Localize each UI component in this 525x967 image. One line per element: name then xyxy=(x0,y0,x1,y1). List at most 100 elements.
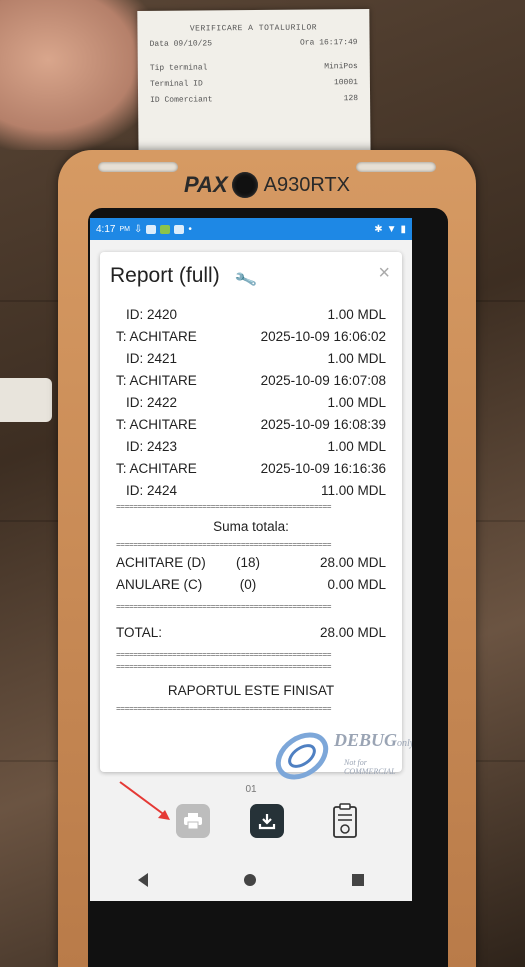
entry-label: ID: 2423 xyxy=(126,439,178,454)
model-name: A930RTX xyxy=(263,173,350,196)
sum-label: ACHITARE (D) xyxy=(116,555,206,570)
nav-back-icon[interactable] xyxy=(138,872,148,887)
separator: ========================================… xyxy=(116,651,332,660)
report-entry: T: ACHITARE 2025-10-09 16:08:39 xyxy=(116,414,386,436)
printer-icon xyxy=(184,813,202,830)
receipt-line-label: Data 09/10/25 xyxy=(149,39,213,49)
receipt-line-value: 10001 xyxy=(333,78,358,88)
receipt-line-label: Terminal ID xyxy=(149,79,203,89)
report-entry: ID: 2424 11.00 MDL xyxy=(116,480,386,502)
camera-icon xyxy=(231,172,258,198)
report-body: ID: 2420 1.00 MDL T: ACHITARE 2025-10-09 1… xyxy=(116,304,386,716)
status-right: ✱ ▼ ▮ xyxy=(374,224,406,235)
sum-row: ACHITARE (D) (18) 28.00 MDL xyxy=(116,552,386,574)
device-header: PAX A930RTX xyxy=(58,168,476,202)
battery-icon: ▮ xyxy=(400,223,406,235)
download-icon xyxy=(258,814,276,830)
status-left: 4:17 PM ⇩ • xyxy=(96,224,192,235)
nav-recent-icon[interactable] xyxy=(352,873,364,886)
separator: ========================================… xyxy=(116,705,332,714)
separator: ========================================… xyxy=(116,663,332,672)
receipt-button[interactable] xyxy=(328,803,362,838)
report-entry: T: ACHITARE 2025-10-09 16:06:02 xyxy=(116,326,386,348)
entry-label: ID: 2421 xyxy=(126,351,178,366)
total-row: TOTAL: 28.00 MDL xyxy=(116,622,386,644)
finger xyxy=(0,0,160,150)
debug-watermark: DEBUGonly Not for COMMERCIAL xyxy=(272,726,412,786)
receipt-icon xyxy=(333,803,357,838)
receipt-line: ID Comerciant 128 xyxy=(150,94,358,105)
report-entry: ID: 2423 1.00 MDL xyxy=(116,436,386,458)
close-button[interactable]: × xyxy=(378,262,390,285)
entry-value: 1.00 MDL xyxy=(327,439,386,454)
bank-status-icon xyxy=(174,224,185,234)
status-bar: 4:17 PM ⇩ • ✱ ▼ ▮ xyxy=(90,218,412,240)
print-button[interactable] xyxy=(176,804,210,838)
entry-label: ID: 2420 xyxy=(126,307,178,322)
sum-amount: 28.00 MDL xyxy=(319,555,386,570)
download-status-icon: ⇩ xyxy=(133,223,143,235)
receipt-line: Terminal ID 10001 xyxy=(150,78,358,89)
total-amount: 28.00 MDL xyxy=(319,625,386,640)
entry-label: T: ACHITARE xyxy=(116,461,197,476)
separator: ========================================… xyxy=(116,541,332,550)
receipt-line-label: ID Comerciant xyxy=(150,95,213,105)
sum-count: (18) xyxy=(235,555,260,570)
brand-logo: PAX xyxy=(184,172,228,197)
nav-home-icon[interactable] xyxy=(244,873,256,886)
image-status-icon xyxy=(160,224,171,234)
receipt-line: Data 09/10/25 Ora 16:17:49 xyxy=(150,38,358,49)
entry-value: 2025-10-09 16:08:39 xyxy=(260,417,386,432)
receipt-line-value: MiniPos xyxy=(324,62,358,72)
sum-heading: Suma totala: xyxy=(213,519,289,534)
watermark-suffix: only xyxy=(397,738,412,749)
report-entry: ID: 2422 1.00 MDL xyxy=(116,392,386,414)
watermark-subtext: Not for COMMERCIAL xyxy=(344,758,396,776)
sum-label: ANULARE (C) xyxy=(116,577,203,592)
sum-row: ANULARE (C) (0) 0.00 MDL xyxy=(116,574,386,596)
entry-value: 1.00 MDL xyxy=(327,395,386,410)
cable xyxy=(0,378,52,422)
watermark-word: DEBUG xyxy=(334,730,398,750)
bluetooth-icon: ✱ xyxy=(374,223,383,235)
report-entry: T: ACHITARE 2025-10-09 16:16:36 xyxy=(116,458,386,480)
watermark-text: DEBUGonly xyxy=(334,730,412,751)
receipt-line-value: Ora 16:17:49 xyxy=(299,38,358,48)
dialog-title: Report (full) xyxy=(110,264,220,287)
printer-status-icon xyxy=(146,224,157,234)
receipt-title: VERIFICARE A TOTALURILOR xyxy=(189,23,318,34)
entry-label: T: ACHITARE xyxy=(116,373,197,388)
wrench-icon: 🔧 xyxy=(233,269,259,292)
entry-value: 2025-10-09 16:16:36 xyxy=(260,461,386,476)
entry-value: 2025-10-09 16:06:02 xyxy=(260,329,386,344)
red-arrow-annotation xyxy=(119,781,170,820)
status-ampm: PM xyxy=(119,225,130,233)
separator: ========================================… xyxy=(116,603,332,612)
android-nav-bar xyxy=(90,858,412,901)
report-finished: RAPORTUL ESTE FINISAT xyxy=(167,683,335,698)
entry-value: 2025-10-09 16:07:08 xyxy=(260,373,386,388)
status-time: 4:17 xyxy=(96,223,116,235)
entry-label: ID: 2424 xyxy=(126,483,178,498)
report-dialog: Report (full) 🔧 × ID: 2420 1.00 MDL T: AC… xyxy=(100,252,402,772)
sum-count: (0) xyxy=(239,577,257,592)
printed-receipt: VERIFICARE A TOTALURILOR Data 09/10/25 O… xyxy=(137,8,371,172)
receipt-line-label: Tip terminal xyxy=(149,63,208,73)
total-label: TOTAL: xyxy=(116,625,163,640)
entry-value: 11.00 MDL xyxy=(320,483,386,498)
receipt-line: Tip terminal MiniPos xyxy=(150,62,358,73)
report-entry: T: ACHITARE 2025-10-09 16:07:08 xyxy=(116,370,386,392)
dot-status-icon: • xyxy=(188,223,192,235)
entry-value: 1.00 MDL xyxy=(327,307,386,322)
report-entry: ID: 2421 1.00 MDL xyxy=(116,348,386,370)
receipt-line-value: 128 xyxy=(343,94,359,104)
separator: ========================================… xyxy=(116,503,332,512)
entry-label: ID: 2422 xyxy=(126,395,178,410)
entry-label: T: ACHITARE xyxy=(116,329,197,344)
watermark-logo-icon xyxy=(275,732,329,780)
entry-value: 1.00 MDL xyxy=(327,351,386,366)
sum-amount: 0.00 MDL xyxy=(327,577,386,592)
report-entry: ID: 2420 1.00 MDL xyxy=(116,304,386,326)
download-button[interactable] xyxy=(250,804,284,838)
entry-label: T: ACHITARE xyxy=(116,417,197,432)
